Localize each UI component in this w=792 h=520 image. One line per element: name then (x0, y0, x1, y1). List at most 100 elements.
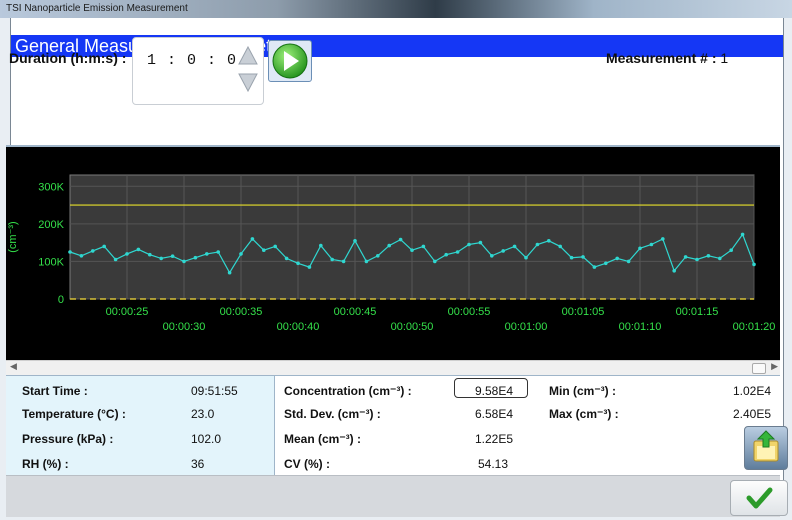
data-point (444, 252, 449, 257)
data-point (490, 254, 494, 258)
y-tick-label: 300K (38, 181, 64, 193)
data-point (68, 250, 72, 254)
data-point (376, 254, 380, 258)
chart-area: 0 100K 200K 300K (cm⁻³) 00:00:25 00:00:30 00:00… (6, 145, 780, 377)
x-tick-label: 00:00:30 (163, 321, 206, 333)
min-label: Min (cm⁻³) : (549, 384, 616, 398)
std-dev-value: 6.58E4 (475, 407, 514, 421)
mean-value: 1.22E5 (475, 432, 514, 446)
x-tick-label: 00:00:25 (106, 306, 149, 318)
start-time-label: Start Time : (22, 384, 88, 398)
data-point (421, 244, 426, 249)
data-point (250, 237, 255, 241)
temperature-label: Temperature (°C) : (22, 407, 126, 421)
data-point (695, 257, 699, 262)
concentration-chart: 0 100K 200K 300K (cm⁻³) 00:00:25 00:00:30 00:00… (7, 174, 775, 333)
cv-value: 54.13 (478, 457, 509, 471)
data-point (478, 240, 483, 245)
data-point (193, 255, 198, 260)
scroll-thumb[interactable] (752, 363, 766, 374)
start-time-value: 09:51:55 (191, 384, 238, 398)
data-point (239, 252, 243, 256)
export-icon (753, 430, 779, 462)
data-point (182, 259, 186, 264)
x-tick-label: 00:00:40 (277, 321, 320, 333)
duration-stepper[interactable]: 1 : 0 : 0 (132, 37, 264, 105)
start-button[interactable] (268, 40, 312, 82)
chart-scrollbar[interactable]: ◀ ▶ (6, 360, 780, 375)
data-point (649, 242, 654, 247)
data-point (364, 259, 369, 264)
max-label: Max (cm⁻³) : (549, 407, 619, 421)
measurement-label: Measurement # : (606, 50, 717, 66)
measurement-number: Measurement # : 1 (606, 50, 728, 66)
data-point (341, 259, 346, 264)
data-point (467, 242, 471, 247)
ok-button[interactable] (730, 480, 788, 516)
duration-label: Duration (h:m:s) : (9, 50, 127, 66)
data-point (387, 243, 392, 248)
window-titlebar: TSI Nanoparticle Emission Measurement (0, 0, 792, 18)
data-point (752, 262, 756, 267)
y-axis-label: (cm⁻³) (7, 221, 19, 252)
data-point (102, 244, 106, 249)
data-point (262, 248, 266, 252)
data-point (569, 255, 574, 260)
x-tick-label: 00:00:50 (391, 321, 434, 333)
data-point (148, 252, 152, 257)
data-point (216, 250, 220, 254)
pressure-label: Pressure (kPa) : (22, 432, 114, 446)
data-point (683, 255, 688, 259)
x-tick-label: 00:00:55 (448, 306, 491, 318)
data-point (113, 257, 118, 262)
data-point (307, 265, 312, 269)
data-point (672, 269, 676, 273)
export-button[interactable] (744, 426, 788, 470)
data-point (501, 249, 506, 253)
y-tick-label: 200K (38, 219, 64, 231)
temperature-value: 23.0 (191, 407, 215, 421)
data-point (455, 250, 460, 254)
scroll-left-icon[interactable]: ◀ (10, 361, 17, 372)
x-tick-label: 00:01:10 (619, 321, 662, 333)
data-point (125, 252, 129, 256)
footer-bar (6, 475, 780, 517)
min-value: 1.02E4 (733, 384, 772, 398)
data-point (273, 244, 278, 249)
x-tick-label: 00:00:35 (220, 306, 263, 318)
data-point (136, 247, 141, 252)
arrow-up-icon[interactable] (237, 45, 259, 67)
data-point (227, 270, 232, 275)
scroll-right-icon[interactable]: ▶ (771, 361, 778, 372)
data-point (410, 248, 414, 252)
rh-value: 36 (191, 457, 205, 471)
y-tick-label: 0 (58, 294, 64, 306)
max-value: 2.40E5 (733, 407, 772, 421)
data-point (330, 257, 335, 262)
data-point (547, 239, 551, 243)
data-point (205, 252, 209, 256)
data-point (284, 256, 289, 261)
concentration-value: 9.58E4 (475, 384, 514, 398)
cv-label: CV (%) : (284, 457, 330, 471)
data-point (615, 256, 619, 261)
concentration-label: Concentration (cm⁻³) : (284, 384, 412, 398)
y-tick-label: 100K (38, 256, 64, 268)
rh-label: RH (%) : (22, 457, 69, 471)
measurement-value: 1 (720, 50, 729, 66)
data-point (604, 261, 608, 266)
data-point (353, 239, 357, 243)
data-point (706, 254, 711, 258)
data-point (433, 259, 437, 264)
duration-value[interactable]: 1 : 0 : 0 (147, 52, 237, 69)
mean-label: Mean (cm⁻³) : (284, 432, 362, 446)
x-tick-label: 00:00:45 (334, 306, 377, 318)
data-point (319, 243, 323, 248)
arrow-down-icon[interactable] (237, 71, 259, 93)
data-point (524, 255, 528, 260)
data-point (558, 244, 562, 249)
data-point (729, 248, 733, 252)
x-tick-label: 00:01:00 (505, 321, 548, 333)
x-tick-label: 00:01:05 (562, 306, 605, 318)
data-point (398, 237, 403, 242)
